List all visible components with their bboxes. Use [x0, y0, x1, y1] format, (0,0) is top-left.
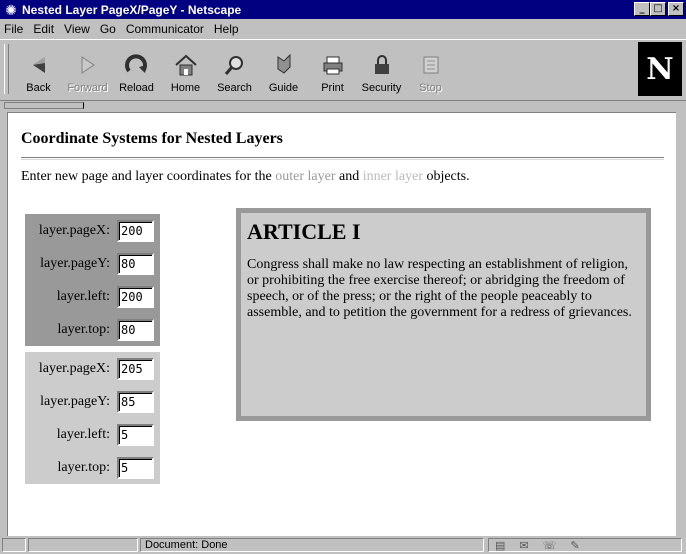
navigator-icon[interactable]: ▤	[495, 539, 505, 552]
inner-left-row: layer.left: 5	[25, 418, 160, 451]
window-title: Nested Layer PageX/PageY - Netscape	[22, 2, 242, 17]
home-button[interactable]: Home	[161, 42, 210, 98]
outer-pagey-input[interactable]: 80	[117, 252, 154, 275]
security-label: Security	[361, 82, 402, 94]
toolbar-tab-strip	[0, 101, 686, 110]
field-label: layer.left:	[25, 280, 113, 313]
print-label: Print	[321, 82, 344, 94]
menu-go[interactable]: Go	[100, 22, 116, 36]
mail-icon[interactable]: ✉	[519, 539, 528, 552]
status-text: Document: Done	[140, 538, 484, 552]
outer-pagex-row: layer.pageX: 200	[25, 214, 160, 247]
outer-left-row: layer.left: 200	[25, 280, 160, 313]
field-label: layer.pageX:	[25, 352, 113, 385]
inner-top-input[interactable]: 5	[117, 456, 154, 479]
inner-left-input[interactable]: 5	[117, 423, 154, 446]
search-icon	[224, 56, 243, 75]
back-arrow-icon	[32, 57, 45, 73]
back-button[interactable]: Back	[14, 42, 63, 98]
inner-pagex-input[interactable]: 205	[117, 357, 154, 380]
reload-label: Reload	[119, 82, 154, 94]
outer-layer: ARTICLE I Congress shall make no law res…	[236, 208, 651, 421]
outer-pagex-input[interactable]: 200	[117, 219, 154, 242]
field-label: layer.top:	[25, 313, 113, 346]
intro-after: objects.	[422, 169, 470, 184]
maximize-button[interactable]: □	[650, 2, 666, 16]
stop-button[interactable]: Stop	[406, 42, 455, 98]
reload-icon	[124, 54, 147, 73]
title-bar[interactable]: ✺ Nested Layer PageX/PageY - Netscape _ …	[0, 0, 686, 19]
toolbar-grip-handle[interactable]	[4, 44, 9, 94]
field-label: layer.left:	[25, 418, 113, 451]
field-label: layer.top:	[25, 451, 113, 484]
article-heading: ARTICLE I	[247, 219, 361, 244]
inner-top-row: layer.top: 5	[25, 451, 160, 484]
status-bar: Document: Done ▤ ✉ ☏ ✎	[0, 536, 686, 554]
search-label: Search	[217, 82, 252, 94]
article-body: Congress shall make no law respecting an…	[247, 257, 632, 320]
intro-text: Enter new page and layer coordinates for…	[21, 169, 470, 185]
menu-bar: File Edit View Go Communicator Help	[0, 19, 686, 38]
progress-bar	[28, 538, 138, 552]
netscape-logo[interactable]: N	[638, 42, 682, 96]
back-label: Back	[26, 82, 51, 94]
intro-middle: and	[335, 169, 363, 184]
outer-layer-label: outer layer	[275, 169, 336, 184]
home-label: Home	[170, 82, 201, 94]
page-viewport: Coordinate Systems for Nested Layers Ent…	[7, 112, 676, 536]
forward-arrow-icon	[81, 56, 95, 74]
component-bar: ▤ ✉ ☏ ✎	[488, 538, 682, 552]
forward-button[interactable]: Forward	[63, 42, 112, 98]
stop-label: Stop	[419, 82, 442, 94]
horizontal-rule	[21, 157, 664, 160]
inner-layer: ARTICLE I Congress shall make no law res…	[241, 213, 646, 416]
home-icon	[174, 54, 197, 76]
netscape-app-icon: ✺	[5, 1, 17, 18]
menu-view[interactable]: View	[64, 22, 90, 36]
guide-button[interactable]: Guide	[259, 42, 308, 98]
outer-top-input[interactable]: 80	[117, 318, 154, 341]
discussion-icon[interactable]: ☏	[543, 539, 557, 552]
inner-layer-label: inner layer	[362, 169, 423, 184]
search-button[interactable]: Search	[210, 42, 259, 98]
stop-icon	[423, 56, 438, 74]
outer-pagey-row: layer.pageY: 80	[25, 247, 160, 280]
composer-icon[interactable]: ✎	[570, 539, 579, 552]
forward-label: Forward	[67, 82, 108, 94]
inner-pagey-row: layer.pageY: 85	[25, 385, 160, 418]
guide-icon	[277, 53, 290, 74]
minimize-button[interactable]: _	[634, 2, 650, 16]
collapsed-toolbar-tab[interactable]	[4, 102, 84, 109]
outer-left-input[interactable]: 200	[117, 285, 154, 308]
menu-edit[interactable]: Edit	[33, 22, 54, 36]
field-label: layer.pageX:	[25, 214, 113, 247]
outer-top-row: layer.top: 80	[25, 313, 160, 346]
close-button[interactable]: ×	[668, 2, 684, 16]
menu-file[interactable]: File	[4, 22, 23, 36]
security-button[interactable]: Security	[357, 42, 406, 98]
menu-communicator[interactable]: Communicator	[126, 22, 204, 36]
print-button[interactable]: Print	[308, 42, 357, 98]
security-status-icon[interactable]	[2, 538, 26, 552]
page-title: Coordinate Systems for Nested Layers	[21, 130, 283, 147]
inner-pagex-row: layer.pageX: 205	[25, 352, 160, 385]
menu-help[interactable]: Help	[214, 22, 239, 36]
intro-before: Enter new page and layer coordinates for…	[21, 169, 276, 184]
inner-pagey-input[interactable]: 85	[117, 390, 154, 413]
guide-label: Guide	[268, 82, 299, 94]
print-icon	[323, 56, 342, 75]
lock-icon	[374, 55, 389, 74]
field-label: layer.pageY:	[25, 385, 113, 418]
navigation-toolbar: Back Forward Reload Home Search Guide Pr…	[0, 39, 686, 101]
reload-button[interactable]: Reload	[112, 42, 161, 98]
field-label: layer.pageY:	[25, 247, 113, 280]
window-controls: _ □ ×	[634, 2, 684, 16]
